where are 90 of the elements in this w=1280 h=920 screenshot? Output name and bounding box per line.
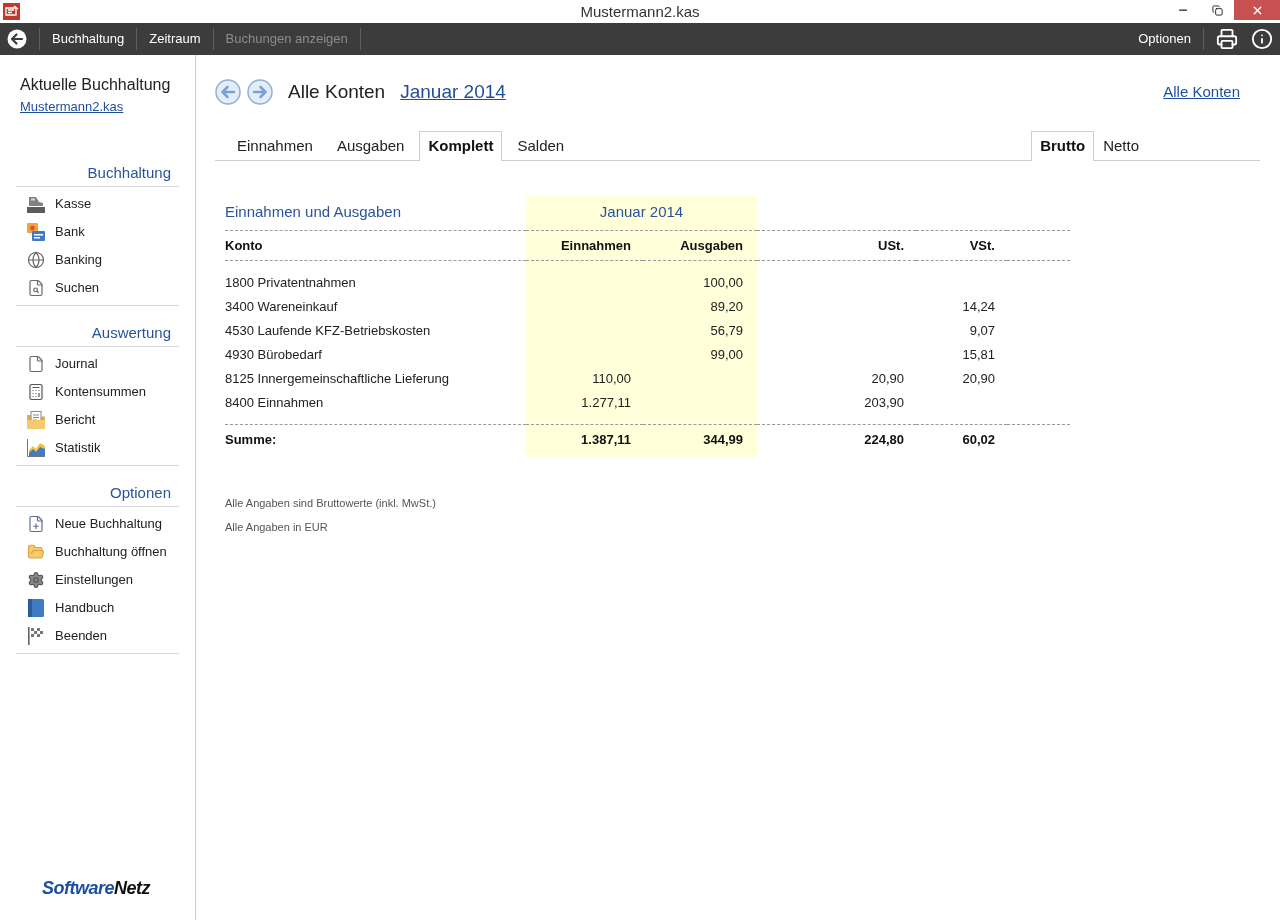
footnote: Alle Angaben in EUR (225, 520, 328, 535)
table-cell-text: 203,90 (864, 394, 904, 413)
toolbar-button[interactable]: Buchhaltung (40, 25, 137, 53)
sidebar-item[interactable]: Statistik (16, 434, 101, 462)
back-icon (7, 29, 27, 49)
folder-document-icon (27, 411, 45, 429)
report-title: Einnahmen und Ausgaben (225, 202, 401, 223)
period-link[interactable]: Januar 2014 (400, 77, 506, 107)
table-cell-text: 14,24 (962, 298, 995, 317)
table-cell-text: 56,79 (710, 322, 743, 341)
file-search-icon (27, 279, 45, 297)
arrow-right-icon (247, 79, 273, 105)
file-link[interactable]: Mustermann2.kas (20, 98, 124, 116)
sidebar-item[interactable]: Kontensummen (16, 378, 147, 406)
tab[interactable]: Einnahmen (228, 131, 322, 161)
checkered-flag-icon (27, 627, 45, 645)
logo: SoftwareNetz (42, 878, 151, 898)
folder-icon (27, 543, 45, 561)
toolbar-button[interactable]: Zeitraum (137, 25, 213, 53)
restore-icon (1211, 4, 1223, 16)
section-heading: Auswertung (91, 323, 171, 343)
area-chart-icon (27, 439, 45, 457)
table-cell-text: 1.277,11 (581, 394, 631, 413)
file-plus-icon (27, 515, 45, 533)
section-heading: Buchhaltung (87, 163, 171, 183)
previous-button[interactable] (215, 79, 241, 105)
tab[interactable]: Komplett (419, 131, 503, 161)
sidebar-item[interactable]: Banking (16, 246, 102, 274)
print-button[interactable] (1214, 26, 1240, 52)
printer-icon (1216, 28, 1238, 50)
tab[interactable]: Netto (1094, 131, 1148, 161)
sidebar-item[interactable]: Bank (16, 218, 85, 246)
table-cell-text: 100,00 (703, 274, 743, 293)
tab[interactable]: Brutto (1031, 131, 1095, 161)
footnote: Alle Angaben sind Bruttowerte (inkl. MwSt.) (225, 496, 436, 511)
section-heading: Optionen (110, 483, 171, 503)
table-cell-text: 344,99 (703, 430, 743, 449)
close-button[interactable] (1234, 0, 1280, 20)
accounts-link[interactable]: Alle Konten (1163, 80, 1240, 104)
sidebar-item[interactable]: Journal (16, 350, 98, 378)
table-cell-text: 15,81 (962, 346, 995, 365)
book-icon (27, 599, 45, 617)
next-button[interactable] (247, 79, 273, 105)
info-button[interactable] (1249, 26, 1275, 52)
table-cell-text: 110,00 (592, 370, 631, 389)
sidebar-item[interactable]: Einstellungen (16, 566, 134, 594)
app-icon (3, 3, 20, 20)
column-header: Konto (225, 236, 263, 255)
table-cell-text: 1.387,11 (581, 430, 631, 449)
sidebar-item[interactable]: Buchhaltung öffnen (16, 538, 167, 566)
sidebar-title: Aktuelle Buchhaltung (20, 75, 171, 95)
arrow-left-icon (215, 79, 241, 105)
settings-icon (27, 571, 45, 589)
sidebar-item[interactable]: Bericht (16, 406, 96, 434)
calculator-icon (27, 383, 45, 401)
column-header: Einnahmen (560, 236, 631, 255)
account-cell-text: 3400 Wareneinkauf (225, 298, 338, 317)
table-cell-text: 20,90 (962, 370, 995, 389)
cash-register-icon (27, 195, 45, 213)
table-cell-text: 60,02 (962, 430, 995, 449)
options-button[interactable]: Optionen (1126, 25, 1203, 53)
table-cell-text: 89,20 (710, 298, 743, 317)
period-header: Januar 2014 (599, 202, 684, 223)
table-cell-text: 99,00 (710, 346, 743, 365)
sidebar-item[interactable]: Handbuch (16, 594, 115, 622)
account-cell-text: 8400 Einnahmen (225, 394, 324, 413)
sidebar-item[interactable]: Neue Buchhaltung (16, 510, 162, 538)
sidebar-item[interactable]: Suchen (16, 274, 100, 302)
document-icon (27, 355, 45, 373)
tab[interactable]: Salden (508, 131, 574, 161)
table-cell-text: 9,07 (969, 322, 995, 341)
info-icon (1251, 28, 1273, 50)
back-button[interactable] (7, 29, 27, 49)
globe-icon (27, 251, 45, 269)
sidebar-item[interactable]: Kasse (16, 190, 92, 218)
total-label: Summe: (225, 430, 277, 449)
account-cell-text: 4930 Bürobedarf (225, 346, 322, 365)
cards-icon (27, 223, 45, 241)
column-header: USt. (878, 236, 904, 255)
account-cell-text: 4530 Laufende KFZ-Betriebskosten (225, 322, 431, 341)
column-header: Ausgaben (680, 236, 743, 255)
window-title: Mustermann2.kas (580, 1, 700, 22)
column-header: VSt. (969, 236, 995, 255)
table-cell-text: 20,90 (871, 370, 904, 389)
table-cell-text: 224,80 (864, 430, 904, 449)
account-cell-text: 8125 Innergemeinschaftliche Lieferung (225, 370, 450, 389)
tab[interactable]: Ausgaben (327, 131, 414, 161)
account-cell-text: 1800 Privatentnahmen (225, 274, 356, 293)
page-title: Alle Konten (288, 79, 386, 104)
sidebar-item[interactable]: Beenden (16, 622, 108, 650)
